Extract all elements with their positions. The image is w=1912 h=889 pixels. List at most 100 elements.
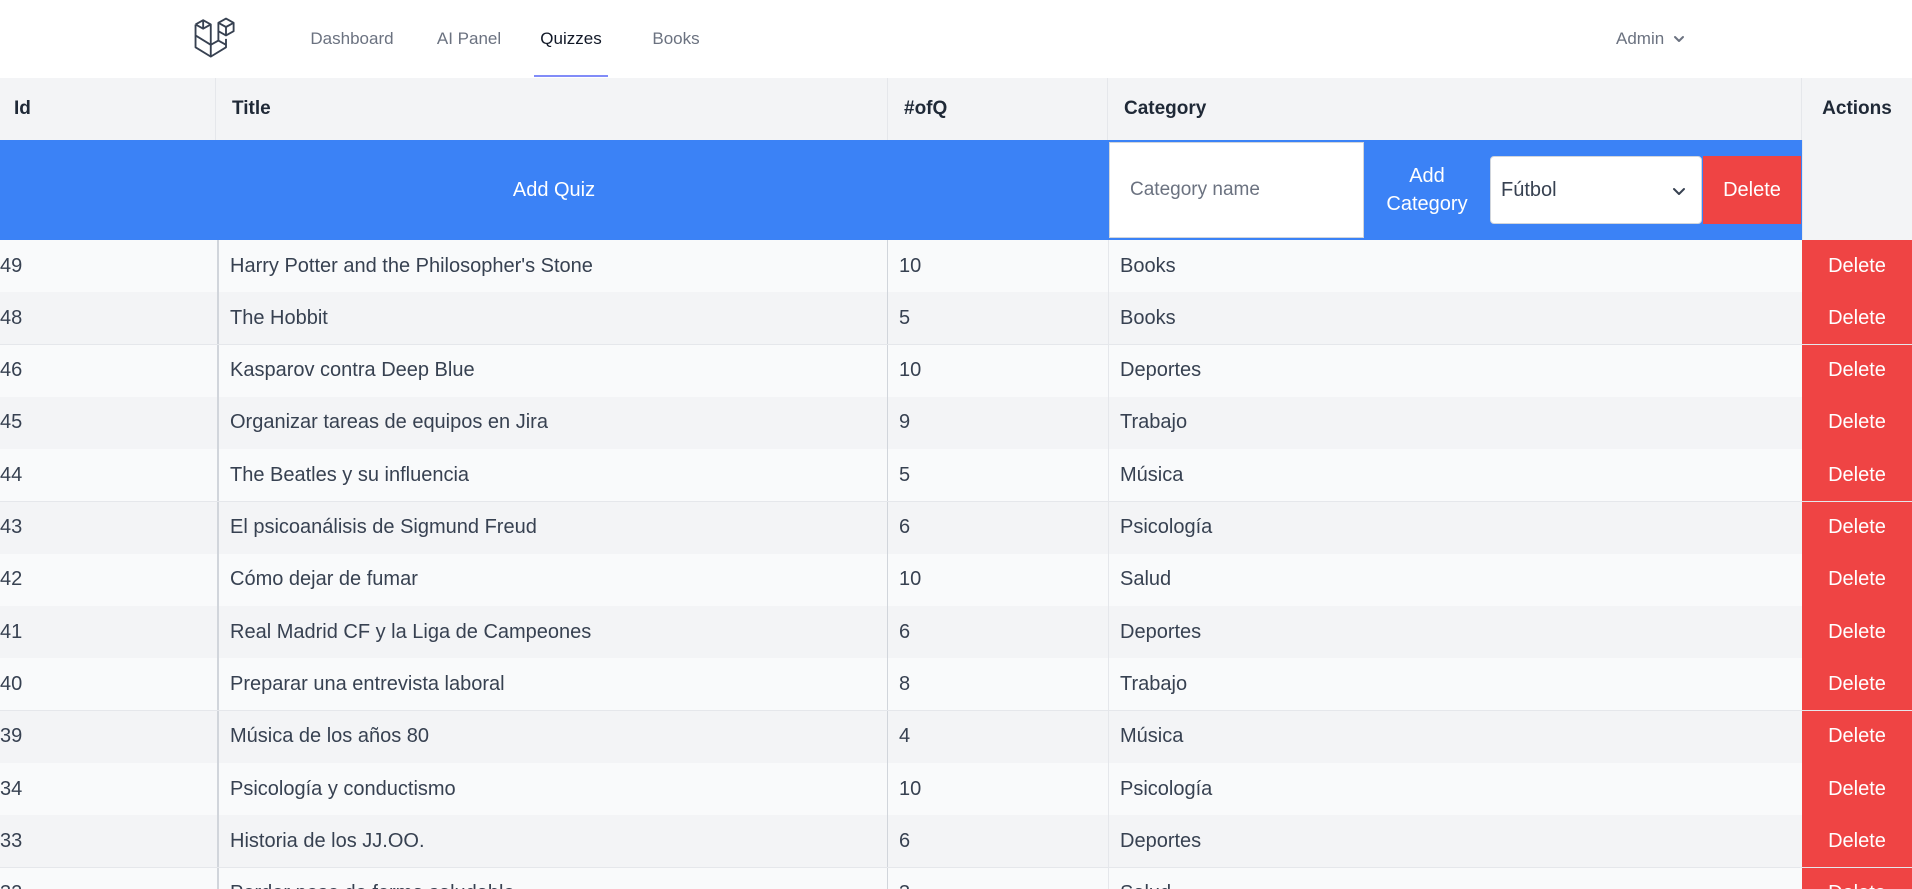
row-id: 34	[0, 777, 23, 800]
row-id: 40	[0, 672, 23, 695]
row-title: Kasparov contra Deep Blue	[217, 344, 888, 397]
add-row: Add Quiz Add Category Fútbol Delete	[0, 140, 1912, 240]
row-num-questions: 5	[899, 306, 911, 329]
table-row: 44 The Beatles y su influencia 5 Música Dele…	[0, 449, 1912, 503]
table-row: 42 Cómo dejar de fumar 10 Salud Delete	[0, 553, 1912, 607]
row-delete-button[interactable]: Delete	[1802, 553, 1912, 606]
row-delete-button[interactable]: Delete	[1802, 606, 1912, 659]
row-num-questions: 6	[899, 829, 911, 852]
row-delete-button[interactable]: Delete	[1802, 867, 1912, 889]
row-title: Historia de los JJ.OO.	[217, 815, 888, 868]
row-title: The Beatles y su influencia	[217, 449, 888, 502]
table-row: 33 Historia de los JJ.OO. 6 Deportes Delete	[0, 815, 1912, 869]
row-title: Harry Potter and the Philosopher's Stone	[217, 240, 888, 292]
table-row: 48 The Hobbit 5 Books Delete	[0, 292, 1912, 346]
row-title: Cómo dejar de fumar	[217, 553, 888, 606]
row-delete-button[interactable]: Delete	[1802, 396, 1912, 449]
row-title: Preparar una entrevista laboral	[217, 658, 888, 711]
add-category-label-line1: Add	[1409, 165, 1445, 187]
row-category: Psicología	[1108, 501, 1802, 554]
row-num-questions: 9	[899, 411, 911, 434]
row-delete-button[interactable]: Delete	[1802, 292, 1912, 345]
table-row: 45 Organizar tareas de equipos en Jira 9 Tr…	[0, 396, 1912, 450]
header-num-questions: #ofQ	[888, 78, 1108, 140]
row-category: Trabajo	[1108, 396, 1802, 449]
user-name: Admin	[1616, 29, 1665, 48]
row-title: Música de los años 80	[217, 710, 888, 763]
top-navigation: Dashboard AI Panel Quizzes Books Admin	[0, 0, 1912, 79]
row-num-questions: 3	[888, 868, 1108, 889]
row-delete-button[interactable]: Delete	[1802, 344, 1912, 397]
header-category: Category	[1108, 78, 1802, 140]
row-id: 33	[0, 829, 23, 852]
row-id: 45	[0, 411, 23, 434]
add-row-actions-cell	[1802, 140, 1912, 240]
row-category: Música	[1108, 710, 1802, 763]
nav-link-ai-panel[interactable]: AI Panel	[422, 0, 516, 77]
row-category: Books	[1108, 292, 1802, 345]
row-num-questions: 10	[899, 359, 922, 382]
row-delete-button[interactable]: Delete	[1802, 763, 1912, 815]
chevron-down-icon	[1674, 36, 1685, 42]
table-row: 41 Real Madrid CF y la Liga de Campeones 6…	[0, 606, 1912, 660]
add-category-button[interactable]: Add Category	[1366, 140, 1488, 240]
laravel-logo-icon[interactable]	[193, 16, 237, 60]
row-id: 44	[0, 463, 23, 486]
row-num-questions: 10	[899, 777, 922, 800]
row-delete-button[interactable]: Delete	[1802, 658, 1912, 711]
table-row: 34 Psicología y conductismo 10 Psicología De…	[0, 763, 1912, 816]
row-id: 32	[0, 868, 216, 889]
row-delete-button[interactable]: Delete	[1802, 815, 1912, 868]
add-quiz-button[interactable]: Add Quiz	[0, 140, 1108, 240]
table-row: 39 Música de los años 80 4 Música Delete	[0, 710, 1912, 764]
row-id: 49	[0, 254, 23, 277]
row-category: Deportes	[1108, 344, 1802, 397]
row-title: Perder peso de forma saludable	[217, 867, 888, 889]
row-category: Deportes	[1108, 815, 1802, 868]
category-select[interactable]: Fútbol	[1490, 156, 1702, 224]
row-num-questions: 10	[899, 568, 922, 591]
row-title: The Hobbit	[217, 292, 888, 345]
row-num-questions: 6	[899, 516, 911, 538]
row-id: 43	[0, 516, 23, 538]
row-category: Trabajo	[1108, 658, 1802, 711]
row-delete-button[interactable]: Delete	[1802, 449, 1912, 502]
row-delete-button[interactable]: Delete	[1802, 710, 1912, 763]
row-id: 46	[0, 359, 23, 382]
row-title: El psicoanálisis de Sigmund Freud	[217, 501, 888, 554]
header-actions: Actions	[1822, 98, 1892, 119]
table-row: 49 Harry Potter and the Philosopher's Sto…	[0, 240, 1912, 293]
row-num-questions: 6	[899, 620, 911, 643]
row-id: 48	[0, 306, 23, 329]
table-header: Id Title #ofQ Category Actions	[0, 78, 1912, 141]
user-menu[interactable]: Admin	[1616, 24, 1686, 54]
delete-category-button[interactable]: Delete	[1703, 156, 1801, 224]
add-category-label: Add Category	[1386, 162, 1467, 218]
row-title: Organizar tareas de equipos en Jira	[217, 396, 888, 449]
row-num-questions: 10	[899, 254, 922, 277]
row-id: 41	[0, 620, 23, 643]
row-delete-button[interactable]: Delete	[1802, 240, 1912, 292]
row-category: Books	[1108, 240, 1802, 292]
row-category: Salud	[1108, 867, 1802, 889]
header-title: Title	[216, 78, 888, 140]
row-delete-button[interactable]: Delete	[1802, 501, 1912, 554]
row-title: Real Madrid CF y la Liga de Campeones	[217, 606, 888, 659]
table-row: 32Perder peso de forma saludable3SaludDe…	[0, 867, 1912, 889]
nav-link-dashboard[interactable]: Dashboard	[290, 0, 414, 77]
table-row: 40 Preparar una entrevista laboral 8 Trabaj…	[0, 658, 1912, 712]
category-select-value: Fútbol	[1501, 178, 1557, 201]
row-num-questions: 5	[899, 463, 911, 486]
table-row: 46 Kasparov contra Deep Blue 10 Deportes Del…	[0, 344, 1912, 398]
nav-link-books[interactable]: Books	[648, 0, 704, 77]
row-title: Psicología y conductismo	[217, 763, 888, 815]
row-num-questions: 4	[899, 725, 911, 748]
row-category: Psicología	[1108, 763, 1802, 815]
quizzes-table: Id Title #ofQ Category Actions Add Quiz …	[0, 78, 1912, 889]
row-category: Música	[1108, 449, 1802, 502]
nav-link-quizzes[interactable]: Quizzes	[534, 0, 608, 77]
row-id: 42	[0, 568, 23, 591]
row-id: 39	[0, 725, 23, 748]
row-num-questions: 8	[899, 672, 911, 695]
category-name-input[interactable]	[1109, 142, 1364, 238]
